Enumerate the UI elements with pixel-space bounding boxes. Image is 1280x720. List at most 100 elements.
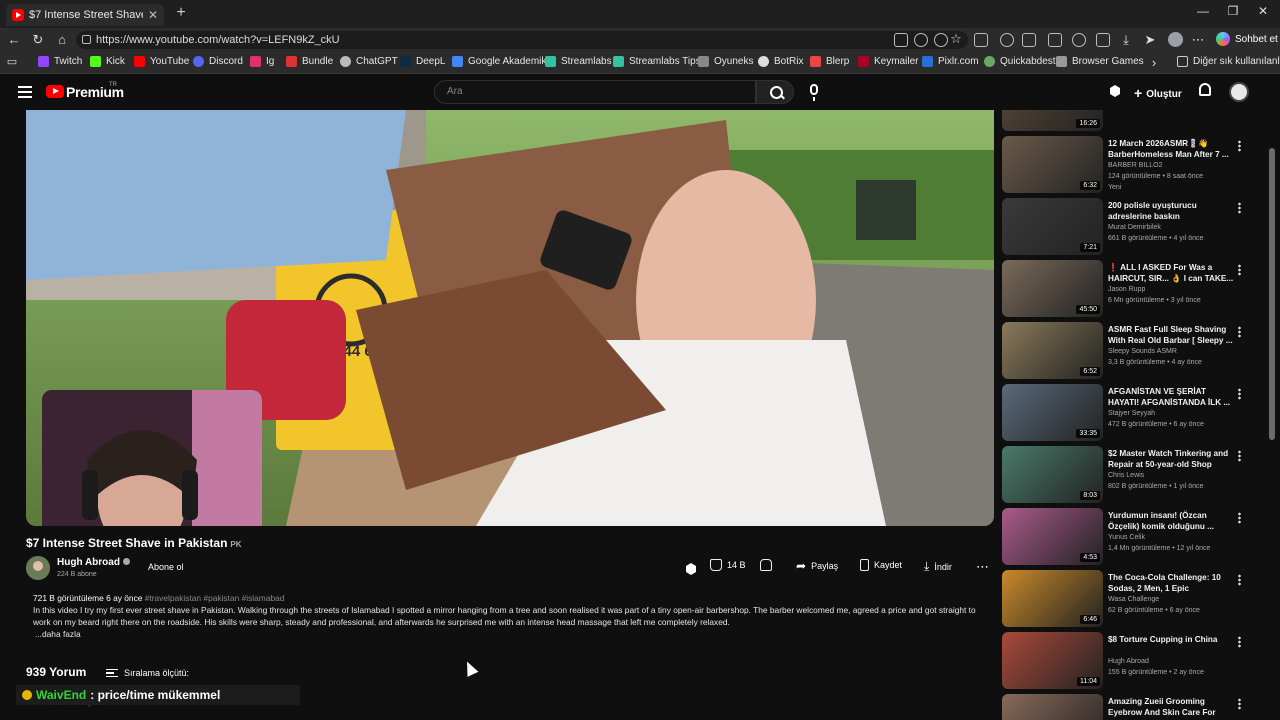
video-thumbnail[interactable] xyxy=(1002,694,1103,720)
bookmark-browser-games[interactable]: Browser Games xyxy=(1056,56,1144,67)
browser-tab[interactable]: $7 Intense Street Shave in Pak ✕ xyxy=(6,4,164,26)
video-thumbnail[interactable]: 45:50 xyxy=(1002,260,1103,317)
download-button[interactable]: ⤓ İndir xyxy=(924,559,952,574)
recommended-title[interactable]: AFGANİSTAN VE ŞERİAT HAYATI! AFGANİSTAND… xyxy=(1108,386,1234,408)
video-thumbnail[interactable]: 6:52 xyxy=(1002,322,1103,379)
show-more-link[interactable]: ...daha fazla xyxy=(33,628,986,640)
recommended-title[interactable]: $2 Master Watch Tinkering and Repair at … xyxy=(1108,448,1234,470)
bookmark-blerp[interactable]: Blerp xyxy=(810,56,849,67)
dislike-button[interactable] xyxy=(760,559,772,571)
bookmark-streamlabs[interactable]: Streamlabs xyxy=(545,56,612,67)
more-options-icon[interactable] xyxy=(1238,450,1241,462)
recommended-video[interactable]: 11:04 $8 Torture Cupping in China Hugh Abr… xyxy=(1002,632,1262,690)
save-button[interactable]: Kaydet xyxy=(860,559,902,571)
account-avatar[interactable] xyxy=(1229,82,1249,102)
bookmark-keymailer[interactable]: Keymailer xyxy=(858,56,918,67)
new-tab-button[interactable]: + xyxy=(172,4,190,22)
video-thumbnail[interactable]: 6:46 xyxy=(1002,570,1103,627)
close-window-icon[interactable]: ✕ xyxy=(1252,4,1274,18)
sort-comments-button[interactable]: Sıralama ölçütü: xyxy=(106,668,189,678)
bookmark-quickabdest[interactable]: Quickabdest xyxy=(984,56,1056,67)
copilot-button[interactable]: Sohbet et xyxy=(1216,32,1278,46)
more-actions-icon[interactable]: ⋯ xyxy=(976,559,989,575)
video-thumbnail[interactable]: 6:32 xyxy=(1002,136,1103,193)
collections-icon[interactable] xyxy=(1096,33,1110,47)
bookmark-bundle[interactable]: Bundle xyxy=(286,56,333,67)
recommended-title[interactable]: Amazing Zueii Grooming Eyebrow And Skin … xyxy=(1108,696,1234,718)
channel-avatar[interactable] xyxy=(26,556,50,580)
more-options-icon[interactable] xyxy=(1238,636,1241,648)
recommended-video[interactable]: 16:26853 B görüntüleme • 1 yıl önce xyxy=(1002,110,1262,132)
video-thumbnail[interactable]: 11:04 xyxy=(1002,632,1103,689)
like-button[interactable]: 14 B xyxy=(710,559,746,571)
recommended-channel[interactable]: Chris Lewis xyxy=(1108,472,1144,479)
notifications-bell-icon[interactable] xyxy=(1199,83,1211,96)
bookmark-ig[interactable]: Ig xyxy=(250,56,274,67)
recommended-channel[interactable]: Jason Rupp xyxy=(1108,286,1145,293)
recommended-video[interactable]: Amazing Zueii Grooming Eyebrow And Skin … xyxy=(1002,694,1262,720)
maximize-icon[interactable]: ❐ xyxy=(1222,4,1244,18)
recommended-video[interactable]: 8:03 $2 Master Watch Tinkering and Repair… xyxy=(1002,446,1262,504)
zoom-icon[interactable] xyxy=(914,33,928,47)
more-options-icon[interactable] xyxy=(1238,574,1241,586)
search-button[interactable] xyxy=(756,80,794,104)
recommended-video[interactable]: 6:32 12 March 2026ASMR💈👋 BarberHomeless M… xyxy=(1002,136,1262,194)
recommended-channel[interactable]: BARBER BILLO2 xyxy=(1108,162,1162,169)
back-icon[interactable]: ← xyxy=(6,32,22,48)
favorites-icon[interactable] xyxy=(1072,33,1086,47)
recommended-title[interactable]: Yurdumun insanı! (Özcan Özçelik) komik o… xyxy=(1108,510,1234,532)
extensions-puzzle-icon[interactable] xyxy=(1022,33,1036,47)
bookmark-deepl[interactable]: DeepL xyxy=(400,56,445,67)
page-scrollbar[interactable] xyxy=(1269,148,1275,440)
more-options-icon[interactable] xyxy=(1238,388,1241,400)
recommended-video[interactable]: 6:52 ASMR Fast Full Sleep Shaving With Re… xyxy=(1002,322,1262,380)
split-screen-icon[interactable] xyxy=(1048,33,1062,47)
tracking-prevention-icon[interactable] xyxy=(934,33,948,47)
bookmark-youtube[interactable]: YouTube xyxy=(134,56,189,67)
video-player[interactable]: 111 44 66 xyxy=(26,110,994,526)
menu-icon[interactable] xyxy=(18,86,32,98)
microphone-icon[interactable] xyxy=(810,84,818,101)
recommended-title[interactable]: $8 Torture Cupping in China xyxy=(1108,634,1234,645)
bookmark-pixlr[interactable]: Pixlr.com xyxy=(922,56,979,67)
extension-icon[interactable] xyxy=(1000,33,1014,47)
channel-name[interactable]: Hugh Abroad xyxy=(57,557,130,568)
video-thumbnail[interactable]: 4:53 xyxy=(1002,508,1103,565)
share-icon[interactable]: ➤ xyxy=(1142,32,1158,48)
other-bookmarks[interactable]: Diğer sık kullanılanlar xyxy=(1177,56,1280,67)
subscribe-button[interactable]: Abone ol xyxy=(138,559,194,575)
hashtags[interactable]: #travelpakistan #pakistan #islamabad xyxy=(145,593,285,603)
recommended-video[interactable]: 6:46 The Coca-Cola Challenge: 10 Sodas, 2… xyxy=(1002,570,1262,628)
app-available-icon[interactable] xyxy=(894,33,908,47)
recommended-video[interactable]: 33:35 AFGANİSTAN VE ŞERİAT HAYATI! AFGANİ… xyxy=(1002,384,1262,442)
url-field[interactable]: https://www.youtube.com/watch?v=LEFN9kZ_… xyxy=(76,31,968,49)
video-thumbnail[interactable]: 16:26 xyxy=(1002,110,1103,131)
home-icon[interactable]: ⌂ xyxy=(54,32,70,48)
video-thumbnail[interactable]: 33:35 xyxy=(1002,384,1103,441)
more-options-icon[interactable] xyxy=(1238,512,1241,524)
extension-game-icon[interactable] xyxy=(974,33,988,47)
recommended-video[interactable]: 7:21 200 polisle uyuşturucu adreslerine b… xyxy=(1002,198,1262,256)
profile-avatar[interactable] xyxy=(1168,32,1183,47)
bookmark-streamlabs-tips[interactable]: Streamlabs Tips xyxy=(613,56,701,67)
more-options-icon[interactable] xyxy=(1238,264,1241,276)
cast-game-icon[interactable] xyxy=(1108,84,1122,98)
close-tab-icon[interactable]: ✕ xyxy=(148,8,158,22)
bookmark-chatgpt[interactable]: ChatGPT xyxy=(340,56,398,67)
downloads-icon[interactable]: ⤓ xyxy=(1118,32,1134,48)
more-options-icon[interactable] xyxy=(1238,698,1241,710)
recommended-title[interactable]: 12 March 2026ASMR💈👋 BarberHomeless Man A… xyxy=(1108,138,1234,160)
minimize-icon[interactable]: — xyxy=(1192,4,1214,18)
more-options-icon[interactable] xyxy=(1238,140,1241,152)
game-icon[interactable] xyxy=(684,562,698,576)
search-input[interactable]: Ara xyxy=(434,80,756,104)
favorite-star-icon[interactable]: ☆ xyxy=(948,31,964,47)
recommended-title[interactable]: The Coca-Cola Challenge: 10 Sodas, 2 Men… xyxy=(1108,572,1234,594)
bookmark-discord[interactable]: Discord xyxy=(193,56,243,67)
bookmark-twitch[interactable]: Twitch xyxy=(38,56,82,67)
more-options-icon[interactable] xyxy=(1238,326,1241,338)
youtube-logo-icon[interactable] xyxy=(46,85,64,98)
recommended-channel[interactable]: Wasa Challenge xyxy=(1108,596,1159,603)
recommended-channel[interactable]: Stajyer Seyyah xyxy=(1108,410,1155,417)
share-button[interactable]: ➦ Paylaş xyxy=(796,559,838,573)
